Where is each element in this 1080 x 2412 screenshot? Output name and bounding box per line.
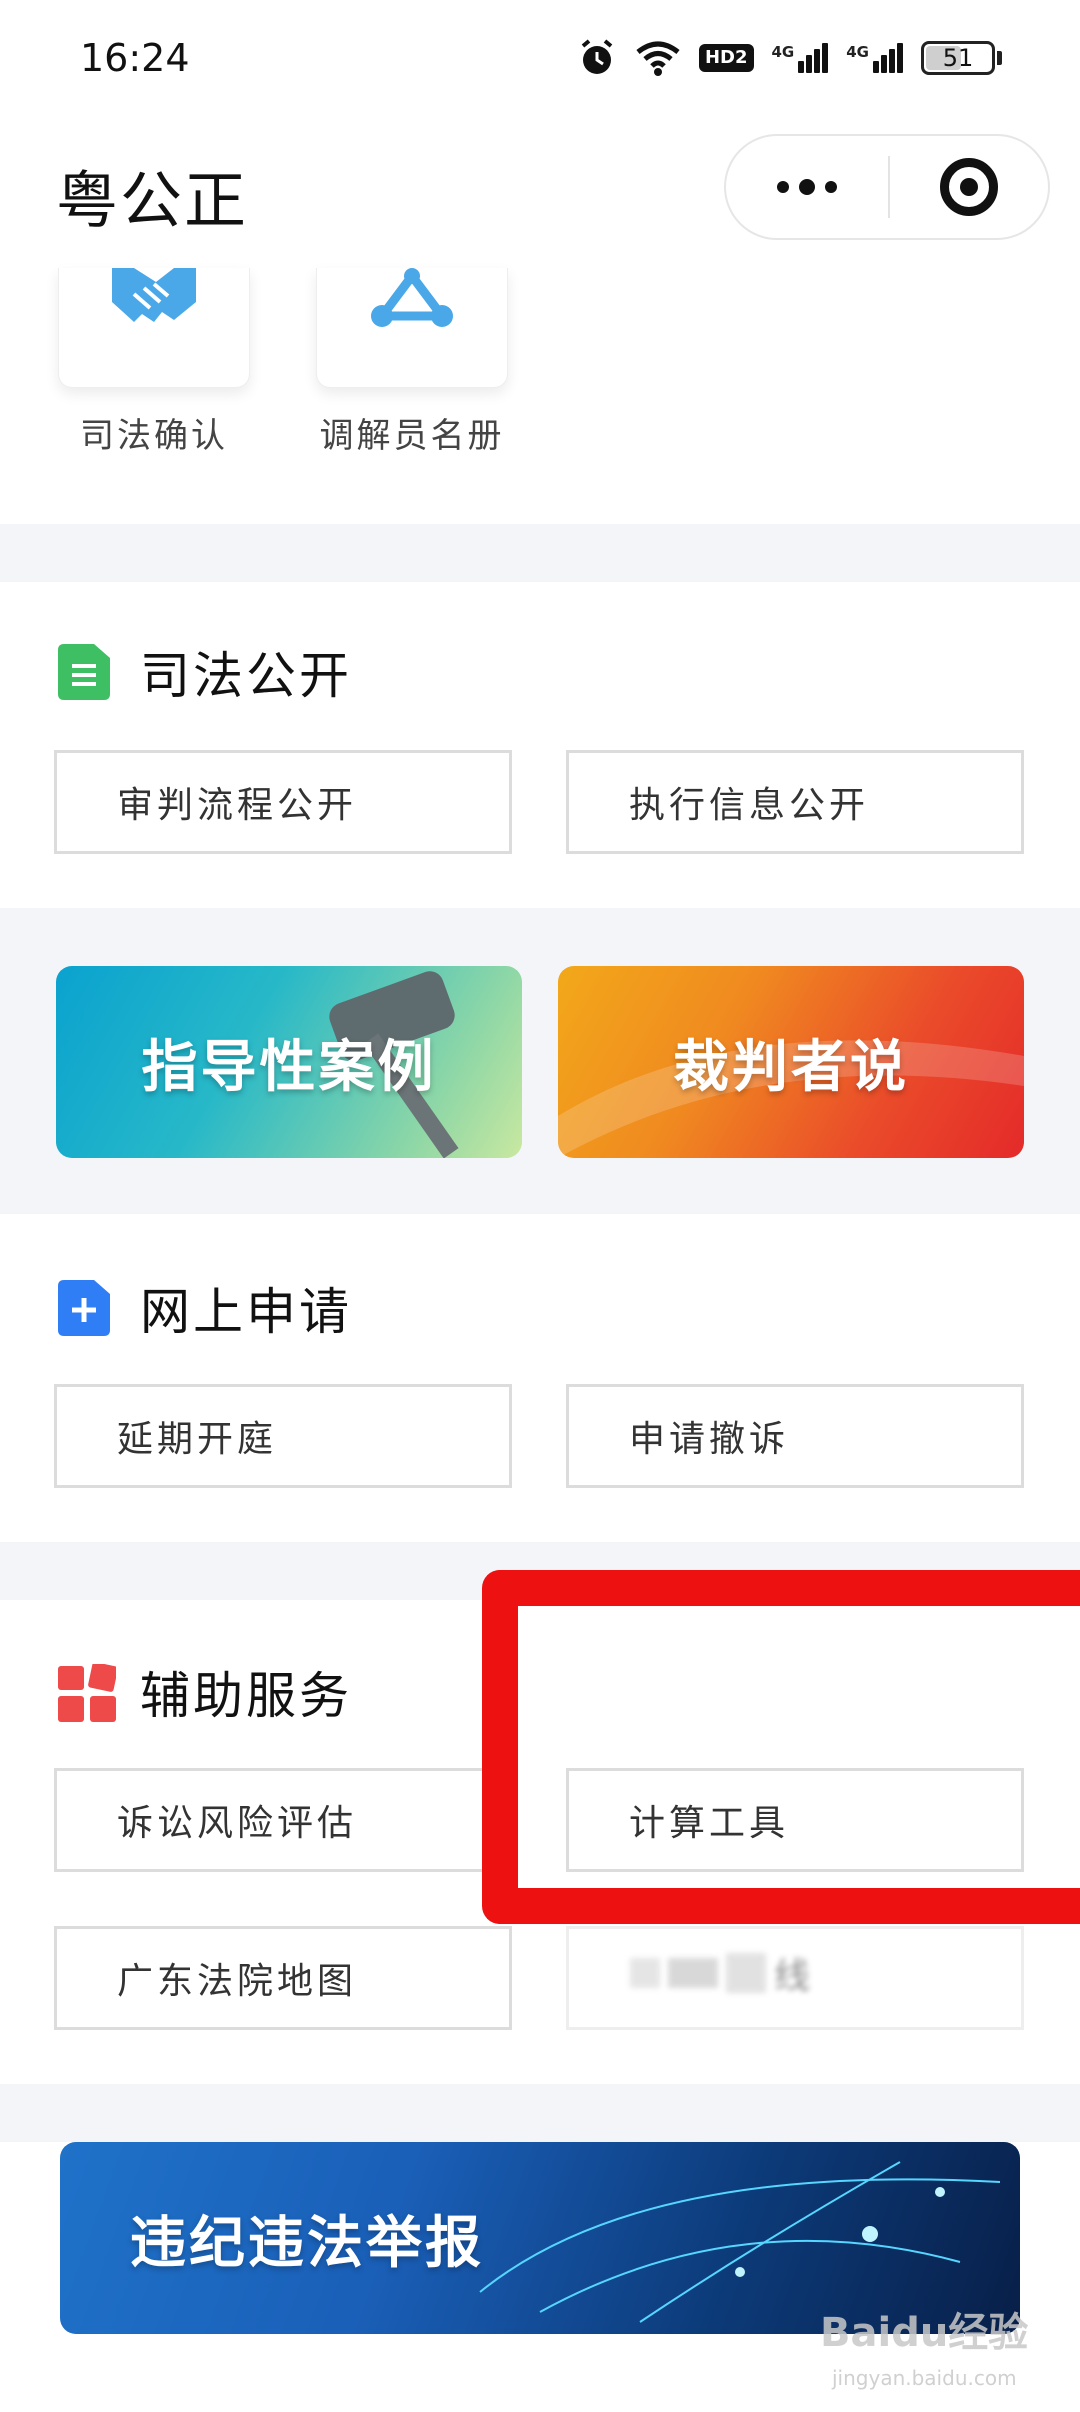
- signal-4g-1-icon: 4G: [772, 43, 829, 73]
- status-icons: HD2 4G 4G 51: [577, 38, 1002, 78]
- section-title: 辅助服务: [140, 1667, 352, 1725]
- section-title: 网上申请: [140, 1283, 352, 1341]
- section-divider: [0, 2084, 1080, 2142]
- execution-info-open-button[interactable]: 执行信息公开: [566, 750, 1024, 854]
- target-close-icon: [940, 158, 998, 216]
- signal-4g-2-icon: 4G: [846, 43, 903, 73]
- section-header-aux-services: 辅助服务: [58, 1656, 352, 1728]
- blurred-label: 线: [570, 1928, 870, 2018]
- section-title: 司法公开: [140, 647, 352, 705]
- section-header-online-apply: 网上申请: [58, 1272, 352, 1344]
- section-divider: [0, 524, 1080, 582]
- more-menu-button[interactable]: [726, 136, 888, 238]
- postpone-hearing-button[interactable]: 延期开庭: [54, 1384, 512, 1488]
- trial-process-open-button[interactable]: 审判流程公开: [54, 750, 512, 854]
- network-triangle-icon: [362, 268, 462, 387]
- tile-judicial-confirmation[interactable]: [58, 268, 250, 388]
- withdraw-lawsuit-button[interactable]: 申请撤诉: [566, 1384, 1024, 1488]
- status-time: 16:24: [80, 36, 190, 80]
- battery-icon: 51: [921, 41, 1002, 75]
- tile-label-judicial-confirmation: 司法确认: [80, 416, 228, 456]
- watermark-logo: Baidu经验: [820, 2310, 1029, 2356]
- banner-label: 裁判者说: [673, 1034, 909, 1100]
- grid-blocks-icon: [58, 1662, 118, 1722]
- court-map-button[interactable]: 广东法院地图: [54, 1926, 512, 2030]
- banner-label: 指导性案例: [141, 1034, 437, 1100]
- network-type-2: 4G: [846, 43, 869, 61]
- status-bar: 16:24 HD2 4G 4G 51: [0, 0, 1080, 120]
- banner-judges-say[interactable]: 裁判者说: [558, 966, 1024, 1158]
- alarm-icon: [577, 38, 617, 78]
- close-mini-program-button[interactable]: [890, 136, 1048, 238]
- battery-level: 51: [942, 44, 974, 72]
- document-icon: [58, 644, 110, 700]
- tile-mediator-roster[interactable]: [316, 268, 508, 388]
- hd-voice-badge: HD2: [698, 44, 754, 72]
- watermark-url: jingyan.baidu.com: [832, 2366, 1017, 2390]
- mini-program-capsule: [724, 134, 1050, 240]
- highlight-annotation: [482, 1570, 1080, 1924]
- handshake-icon: [104, 268, 204, 387]
- more-dots-icon: [777, 179, 837, 195]
- section-header-judicial-open: 司法公开: [58, 636, 352, 708]
- banner-guiding-cases[interactable]: 指导性案例: [56, 966, 522, 1158]
- wifi-icon: [635, 40, 681, 76]
- litigation-risk-button[interactable]: 诉讼风险评估: [54, 1768, 512, 1872]
- navigation-bar: 粤公正: [0, 120, 1080, 270]
- page-title: 粤公正: [56, 164, 249, 237]
- tile-label-mediator-roster: 调解员名册: [319, 416, 505, 456]
- network-type-1: 4G: [771, 43, 795, 61]
- banner-label: 违纪违法举报: [130, 2210, 484, 2276]
- plus-square-icon: [58, 1280, 110, 1336]
